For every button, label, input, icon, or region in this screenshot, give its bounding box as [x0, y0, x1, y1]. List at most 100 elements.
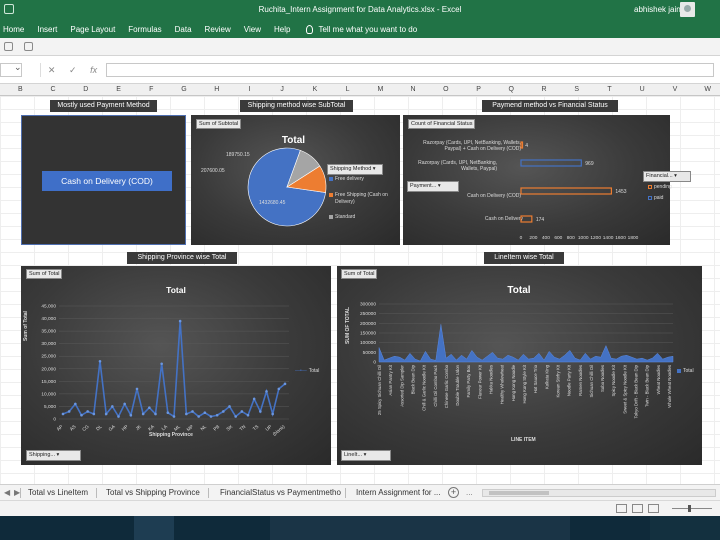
column-header-e[interactable]: E: [116, 86, 121, 93]
formula-input[interactable]: [106, 63, 714, 77]
financial-column-filter[interactable]: Financial...: [643, 171, 691, 182]
scrollbar-thumb[interactable]: [489, 491, 549, 495]
province-point: [265, 390, 268, 393]
province-x-tick: HP: [121, 424, 129, 432]
window-title: Ruchita_Intern Assignment for Data Analy…: [258, 5, 462, 14]
column-header-c[interactable]: C: [51, 86, 56, 93]
column-header-d[interactable]: D: [83, 86, 88, 93]
fx-icon[interactable]: fx: [90, 65, 97, 75]
province-chart[interactable]: Sum of Total Total 0 5,000 10,000 15,000 20,…: [21, 266, 331, 465]
financial-x-tick: 1000: [578, 235, 589, 241]
pie-label-standard: 189750.15: [226, 152, 250, 158]
financial-bar-pending: [520, 187, 613, 195]
ribbon-tabs: Home Insert Page Layout Formulas Data Re…: [0, 20, 720, 38]
worksheet[interactable]: Mostly used Payment Method Cash on Deliv…: [0, 96, 720, 484]
financial-data-label: 969: [585, 161, 594, 167]
sheet-tab-intern-assignment[interactable]: Intern Assignment for ...: [356, 488, 440, 497]
financial-x-tick: 0: [520, 235, 523, 241]
payment-method-value: Cash on Delivery (COD): [42, 171, 172, 191]
add-sheet-icon[interactable]: +: [448, 487, 459, 498]
tab-separator: [208, 488, 209, 498]
zoom-slider-track[interactable]: [672, 508, 712, 509]
name-box[interactable]: [0, 62, 22, 77]
column-header-o[interactable]: O: [443, 86, 448, 93]
lineitem-x-tick: Chilli Oil Combo Pack: [433, 364, 438, 406]
column-header-m[interactable]: M: [377, 86, 383, 93]
province-point: [135, 387, 139, 391]
column-header-g[interactable]: G: [181, 86, 186, 93]
column-header-p[interactable]: P: [476, 86, 481, 93]
tab-review[interactable]: Review: [205, 25, 231, 34]
financial-x-tick: 1200: [590, 235, 601, 241]
undo-icon[interactable]: [4, 42, 13, 51]
column-header-l[interactable]: L: [346, 86, 350, 93]
province-point: [209, 415, 213, 418]
lineitem-x-tick: Hakka Noodles: [489, 365, 494, 394]
tab-home[interactable]: Home: [3, 25, 24, 34]
column-header-i[interactable]: I: [248, 86, 250, 93]
province-x-tick: (blank): [272, 424, 286, 437]
column-header-f[interactable]: F: [149, 86, 153, 93]
column-header-s[interactable]: S: [574, 86, 579, 93]
tell-me-box[interactable]: Tell me what you want to do: [306, 24, 417, 34]
lightbulb-icon: [306, 24, 314, 34]
horizontal-scrollbar[interactable]: [482, 489, 716, 497]
column-header-j[interactable]: J: [280, 86, 284, 93]
lineitem-chart[interactable]: Sum of Total Total 0 50000 100000 150000 200…: [337, 266, 702, 465]
overflow-icon[interactable]: ...: [466, 488, 473, 497]
column-header-w[interactable]: W: [704, 86, 711, 93]
province-point: [80, 413, 83, 417]
province-x-tick: ML: [173, 424, 181, 432]
sheet-tab-total-vs-lineitem[interactable]: Total vs LineItem: [28, 488, 88, 497]
shipping-province-filter[interactable]: Shipping...: [26, 450, 81, 461]
financial-status-chart[interactable]: Count of Financial Status Razorpay (Card…: [403, 115, 691, 245]
page-layout-view-icon[interactable]: [632, 504, 643, 513]
lineitem-filter[interactable]: LineIt...: [341, 450, 391, 461]
tab-help[interactable]: Help: [274, 25, 290, 34]
province-x-label: Shipping Province: [149, 432, 193, 438]
column-header-r[interactable]: R: [541, 86, 546, 93]
sheet-tab-total-vs-shipping-province[interactable]: Total vs Shipping Province: [106, 488, 200, 497]
column-header-v[interactable]: V: [673, 86, 678, 93]
lineitem-y-tick: 200000: [360, 321, 376, 327]
column-header-b[interactable]: B: [18, 86, 23, 93]
touch-mode-icon[interactable]: [24, 42, 33, 51]
page-break-view-icon[interactable]: [648, 504, 659, 513]
tab-prev-icon[interactable]: ◀: [4, 488, 10, 497]
tab-data[interactable]: Data: [175, 25, 192, 34]
zoom-slider-knob[interactable]: [688, 505, 691, 512]
cancel-icon[interactable]: ✕: [48, 65, 56, 76]
payment-method-card[interactable]: Cash on Delivery (COD): [21, 115, 186, 245]
province-point: [61, 412, 65, 416]
column-header-u[interactable]: U: [640, 86, 645, 93]
province-y-tick: 20,000: [41, 366, 56, 372]
column-header-t[interactable]: T: [607, 86, 611, 93]
column-header-k[interactable]: K: [313, 86, 318, 93]
province-point: [203, 411, 207, 415]
tab-view[interactable]: View: [244, 25, 261, 34]
enter-icon[interactable]: ✓: [69, 65, 77, 76]
avatar[interactable]: [680, 2, 695, 17]
column-header-n[interactable]: N: [411, 86, 416, 93]
column-header-q[interactable]: Q: [509, 86, 514, 93]
province-x-tick: NL: [200, 424, 208, 432]
taskbar-app[interactable]: [270, 516, 570, 540]
tab-page-layout[interactable]: Page Layout: [70, 25, 115, 34]
sheet-tab-financialstatus[interactable]: FinancialStatus vs Paymentmetho: [220, 488, 341, 497]
normal-view-icon[interactable]: [616, 504, 627, 513]
province-x-tick: TN: [239, 424, 247, 432]
user-name[interactable]: abhishek jain: [634, 5, 681, 14]
financial-x-tick: 200: [529, 235, 537, 241]
shipping-method-filter[interactable]: Shipping Method: [327, 164, 383, 175]
taskbar-app[interactable]: [134, 516, 174, 540]
lineitem-area: [378, 324, 674, 363]
pie-legend-free-delivery: Free delivery: [329, 176, 364, 182]
shipping-subtotal-chart[interactable]: Sum of Subtotal Total 189750.15 207600.0…: [191, 115, 400, 245]
column-header-h[interactable]: H: [214, 86, 219, 93]
province-x-tick: TS: [252, 424, 260, 432]
customize-qat-icon[interactable]: [44, 42, 53, 51]
lineitem-x-tick: Asian Pantry Kit: [388, 364, 393, 395]
tab-insert[interactable]: Insert: [37, 25, 57, 34]
province-point: [185, 412, 188, 416]
tab-formulas[interactable]: Formulas: [128, 25, 161, 34]
